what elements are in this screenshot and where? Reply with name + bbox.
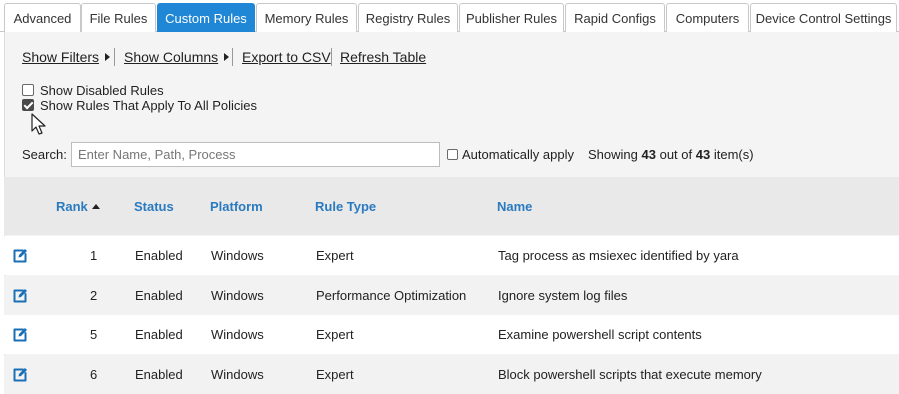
platform-cell: Windows bbox=[211, 288, 264, 303]
auto-apply-label: Automatically apply bbox=[462, 147, 574, 162]
rule-type-cell: Expert bbox=[316, 327, 354, 342]
tab-custom-rules[interactable]: Custom Rules bbox=[157, 3, 255, 32]
table-row[interactable]: 1 Enabled Windows Expert Tag process as … bbox=[4, 236, 899, 275]
status-cell: Enabled bbox=[135, 288, 183, 303]
show-columns-link[interactable]: Show Columns bbox=[124, 49, 230, 65]
column-header-platform[interactable]: Platform bbox=[210, 199, 263, 214]
rule-type-cell: Expert bbox=[316, 248, 354, 263]
toolbar-divider bbox=[232, 48, 233, 66]
auto-apply-option[interactable]: Automatically apply bbox=[447, 147, 574, 162]
show-filters-label: Show Filters bbox=[22, 49, 100, 65]
sort-ascending-icon bbox=[91, 204, 100, 209]
show-disabled-rules-option[interactable]: Show Disabled Rules bbox=[22, 82, 164, 98]
auto-apply-checkbox[interactable] bbox=[447, 149, 458, 160]
tab-registry-rules[interactable]: Registry Rules bbox=[358, 3, 458, 32]
search-label: Search: bbox=[22, 147, 67, 162]
tab-advanced[interactable]: Advanced bbox=[4, 3, 81, 32]
status-cell: Enabled bbox=[135, 327, 183, 342]
column-header-rule-type[interactable]: Rule Type bbox=[315, 199, 376, 214]
table-header: Rank Status Platform Rule Type Name bbox=[4, 177, 899, 235]
column-header-name[interactable]: Name bbox=[497, 199, 532, 214]
edit-icon[interactable] bbox=[12, 367, 28, 383]
rule-type-cell: Performance Optimization bbox=[316, 288, 467, 303]
tab-memory-rules[interactable]: Memory Rules bbox=[256, 3, 357, 32]
mouse-pointer-icon bbox=[31, 113, 46, 135]
count-middle: out of bbox=[659, 147, 693, 162]
table-row[interactable]: 2 Enabled Windows Performance Optimizati… bbox=[4, 276, 899, 315]
rank-cell: 6 bbox=[90, 367, 98, 382]
name-cell: Block powershell scripts that execute me… bbox=[498, 367, 762, 382]
show-disabled-rules-checkbox[interactable] bbox=[22, 84, 34, 96]
column-header-rank[interactable]: Rank bbox=[56, 199, 100, 214]
rule-type-cell: Expert bbox=[316, 367, 354, 382]
rank-header-label: Rank bbox=[56, 199, 88, 214]
tab-file-rules[interactable]: File Rules bbox=[81, 3, 156, 32]
table-row[interactable]: 5 Enabled Windows Expert Examine powersh… bbox=[4, 315, 899, 354]
show-all-policies-option[interactable]: Show Rules That Apply To All Policies bbox=[22, 97, 257, 113]
caret-right-icon bbox=[224, 53, 230, 61]
caret-right-icon bbox=[105, 53, 111, 61]
search-input[interactable] bbox=[71, 142, 440, 167]
name-cell: Ignore system log files bbox=[498, 288, 628, 303]
edit-icon[interactable] bbox=[12, 248, 28, 264]
item-count: Showing 43 out of 43 item(s) bbox=[588, 147, 754, 162]
show-all-policies-label: Show Rules That Apply To All Policies bbox=[40, 97, 258, 113]
edit-icon[interactable] bbox=[12, 288, 28, 304]
count-prefix: Showing bbox=[588, 147, 638, 162]
status-cell: Enabled bbox=[135, 248, 183, 263]
tab-device-control-settings[interactable]: Device Control Settings bbox=[750, 3, 897, 32]
rank-cell: 2 bbox=[90, 288, 98, 303]
platform-cell: Windows bbox=[211, 248, 264, 263]
toolbar-divider bbox=[114, 48, 115, 66]
platform-cell: Windows bbox=[211, 367, 264, 382]
show-columns-label: Show Columns bbox=[124, 49, 219, 65]
rank-cell: 5 bbox=[90, 327, 98, 342]
tab-bar: Advanced File Rules Custom Rules Memory … bbox=[0, 0, 899, 32]
tab-rapid-configs[interactable]: Rapid Configs bbox=[565, 3, 665, 32]
tab-computers[interactable]: Computers bbox=[666, 3, 749, 32]
edit-icon[interactable] bbox=[12, 327, 28, 343]
show-disabled-rules-label: Show Disabled Rules bbox=[40, 82, 164, 98]
show-all-policies-checkbox[interactable] bbox=[22, 99, 34, 111]
count-suffix: item(s) bbox=[713, 147, 754, 162]
tab-publisher-rules[interactable]: Publisher Rules bbox=[459, 3, 564, 32]
rank-cell: 1 bbox=[90, 248, 98, 263]
show-filters-link[interactable]: Show Filters bbox=[22, 49, 111, 65]
platform-cell: Windows bbox=[211, 327, 264, 342]
export-csv-link[interactable]: Export to CSV bbox=[242, 49, 331, 65]
count-shown: 43 bbox=[641, 147, 656, 162]
column-header-status[interactable]: Status bbox=[134, 199, 174, 214]
rules-table: Rank Status Platform Rule Type Name 1 En… bbox=[4, 177, 899, 394]
status-cell: Enabled bbox=[135, 367, 183, 382]
toolbar-divider bbox=[331, 48, 332, 66]
count-total: 43 bbox=[695, 147, 711, 162]
table-row[interactable]: 6 Enabled Windows Expert Block powershel… bbox=[4, 355, 899, 394]
name-cell: Tag process as msiexec identified by yar… bbox=[498, 248, 739, 263]
refresh-table-link[interactable]: Refresh Table bbox=[340, 49, 426, 65]
name-cell: Examine powershell script contents bbox=[498, 327, 702, 342]
